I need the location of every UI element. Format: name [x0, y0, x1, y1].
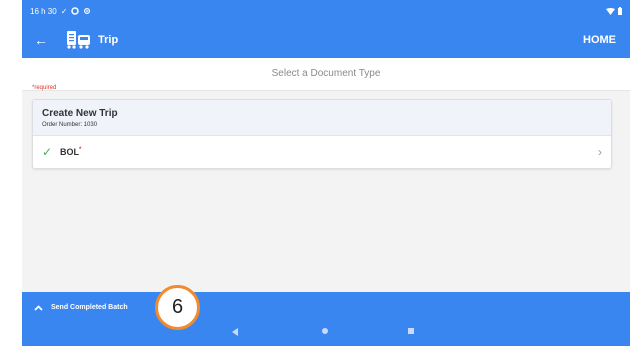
trip-card: Create New Trip Order Number: 1030 ✓ BOL… — [32, 99, 612, 169]
settings-icon — [84, 7, 91, 15]
battery-icon — [618, 7, 622, 15]
nav-home-icon[interactable] — [322, 328, 328, 334]
system-navigation-bar — [22, 325, 630, 343]
chevron-up-icon — [34, 304, 43, 311]
status-right — [606, 7, 622, 15]
chevron-right-icon: › — [598, 144, 602, 159]
send-completed-batch-label: Send Completed Batch — [51, 304, 128, 311]
document-row-bol[interactable]: ✓ BOL* › — [33, 136, 611, 167]
app-bar: ← Trip HOME — [22, 22, 630, 58]
document-type-header: Select a Document Type *required — [22, 58, 630, 91]
home-button[interactable]: HOME — [583, 34, 616, 46]
wifi-icon — [606, 7, 615, 15]
step-number: 6 — [171, 296, 184, 318]
time-text: 16 h 30 — [30, 6, 57, 16]
document-name: BOL — [60, 146, 79, 157]
status-left: 16 h 30 ✓ — [30, 7, 91, 16]
truck-icon — [67, 31, 90, 49]
nav-recent-apps-icon[interactable] — [408, 328, 414, 334]
required-asterisk: * — [79, 146, 82, 153]
back-arrow-icon[interactable]: ← — [34, 32, 54, 48]
status-bar: 16 h 30 ✓ — [22, 0, 630, 22]
trip-card-header: Create New Trip Order Number: 1030 — [33, 100, 611, 136]
trip-card-title: Create New Trip — [42, 108, 118, 119]
checkmark-icon: ✓ — [42, 144, 53, 159]
bottom-bar: Send Completed Batch — [22, 292, 630, 346]
device-screen: 16 h 30 ✓ ← Trip HOME Select a Document … — [22, 0, 630, 346]
order-number: Order Number: 1030 — [42, 122, 98, 128]
app-title: Trip — [98, 34, 119, 46]
check-icon: ✓ — [60, 6, 68, 16]
step-number-callout: 6 — [155, 285, 200, 330]
required-note: *required — [32, 85, 57, 91]
select-document-type-label: Select a Document Type — [271, 68, 381, 79]
c-icon — [71, 7, 80, 15]
document-label: BOL* — [60, 147, 81, 157]
nav-back-icon[interactable] — [232, 328, 238, 336]
send-completed-batch-button[interactable]: Send Completed Batch — [34, 304, 128, 311]
